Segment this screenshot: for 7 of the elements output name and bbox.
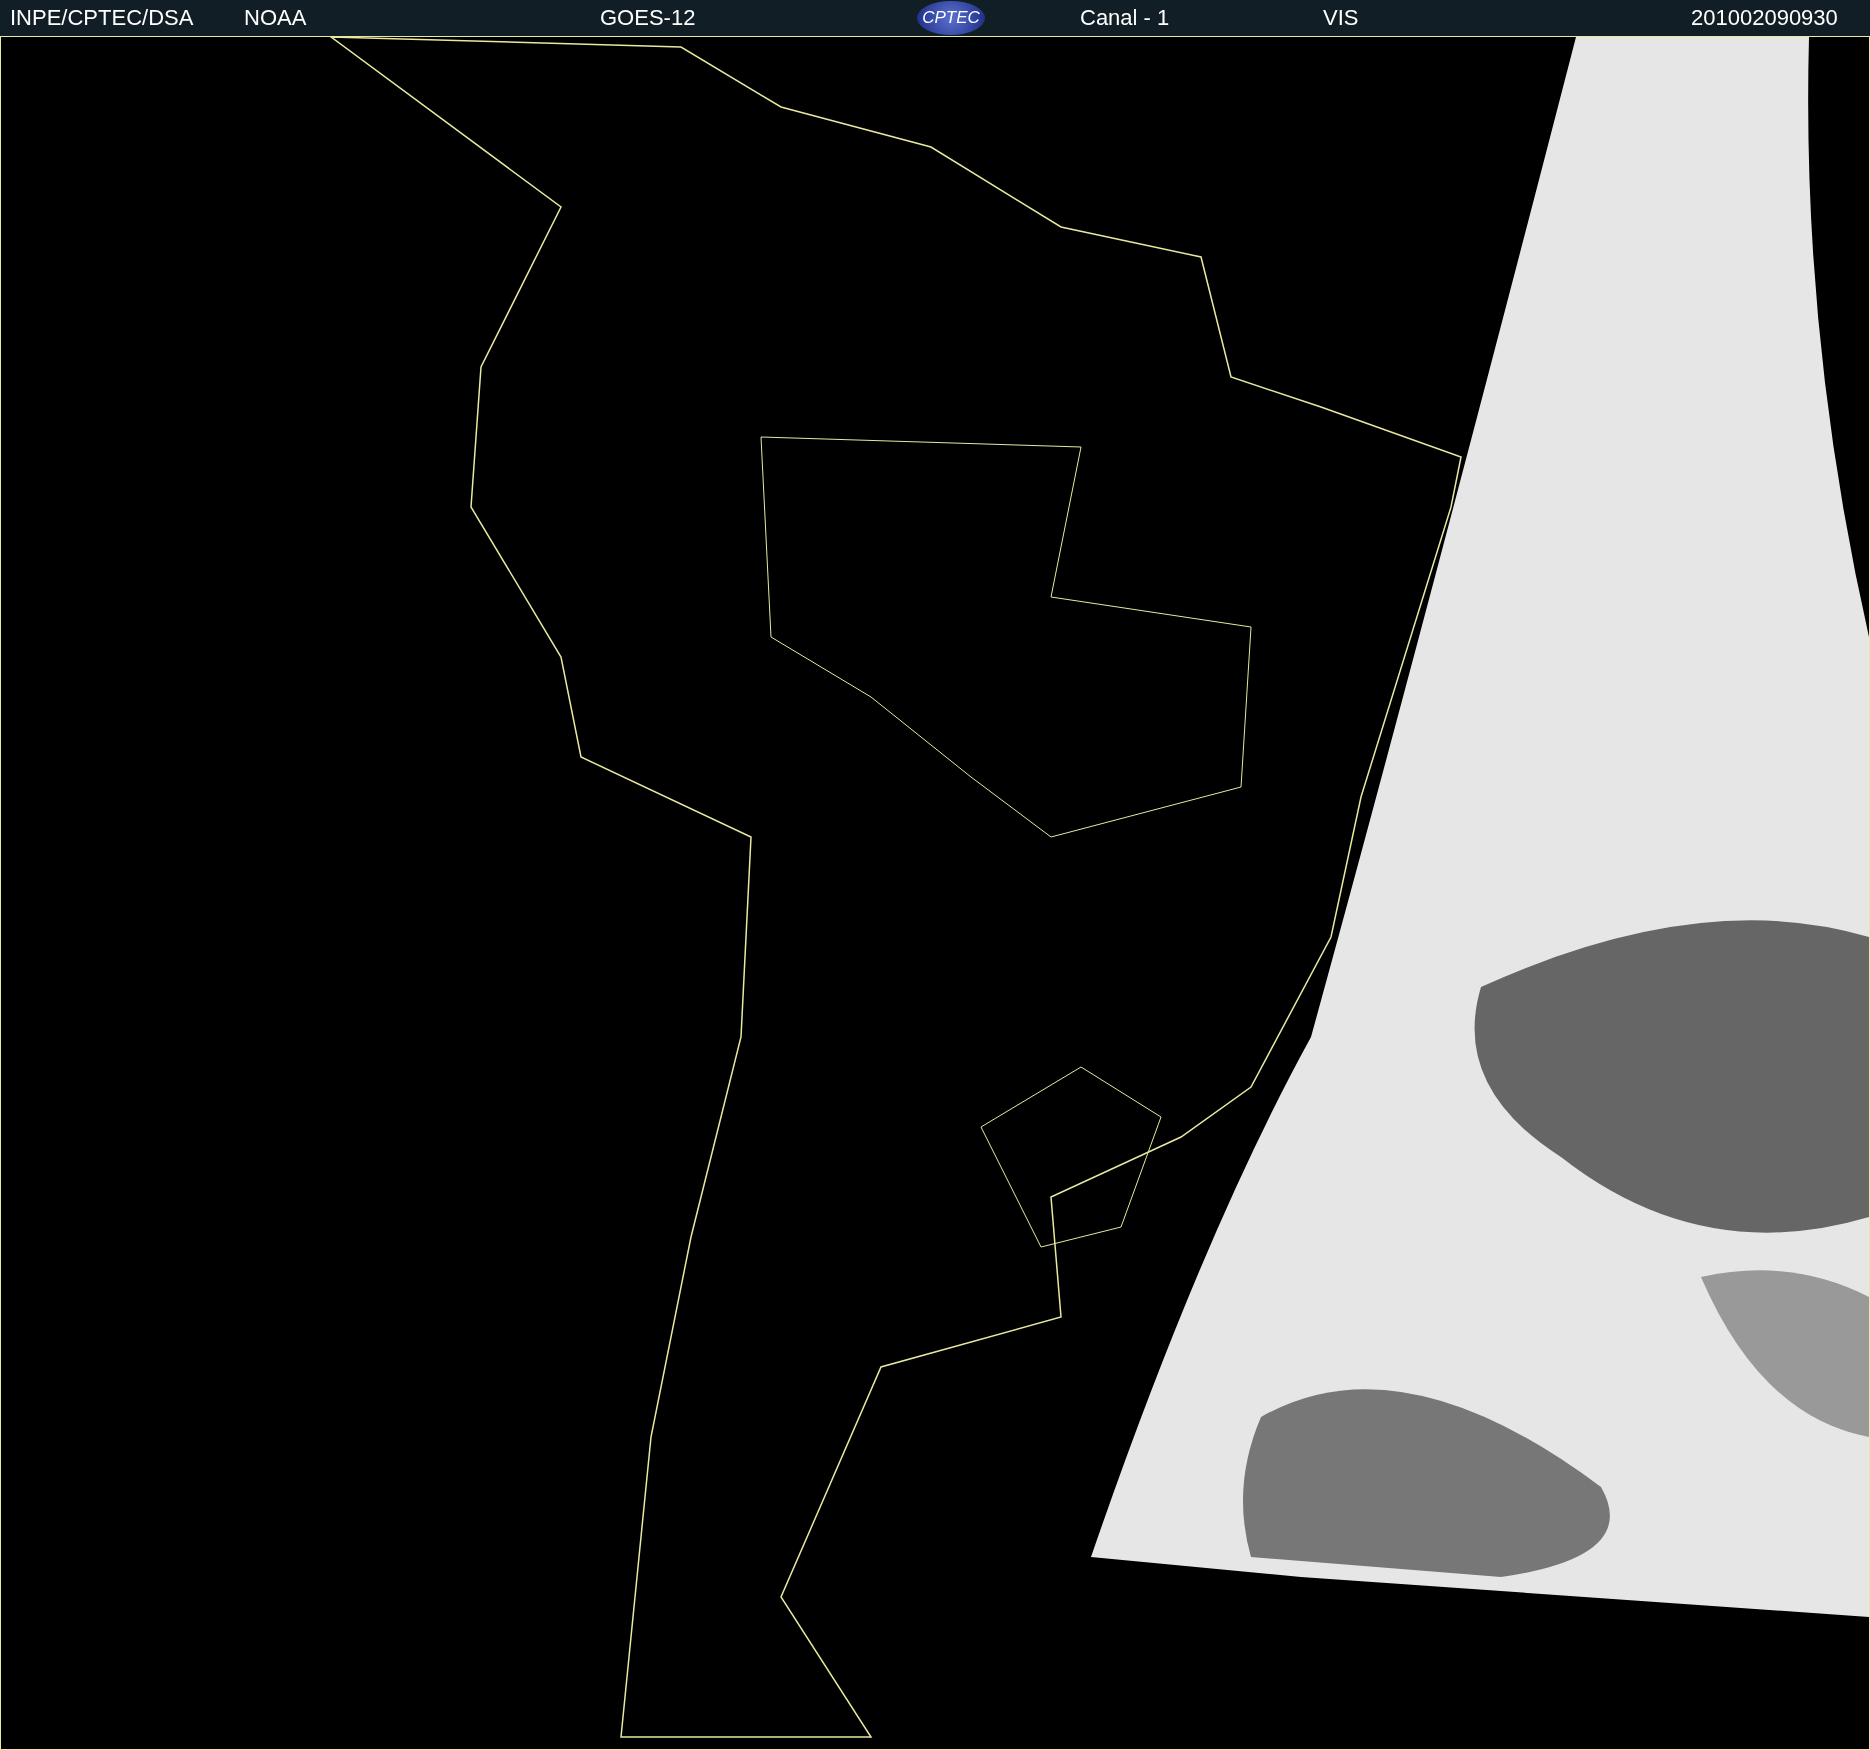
logo: CPTEC [917, 1, 985, 35]
satellite-label: GOES-12 [600, 4, 696, 32]
band-label: VIS [1323, 4, 1359, 32]
timestamp-label: 201002090930 [1691, 4, 1838, 32]
source-label: INPE/CPTEC/DSA [10, 4, 194, 32]
agency-label: NOAA [244, 4, 307, 32]
channel-label: Canal - 1 [1080, 4, 1170, 32]
